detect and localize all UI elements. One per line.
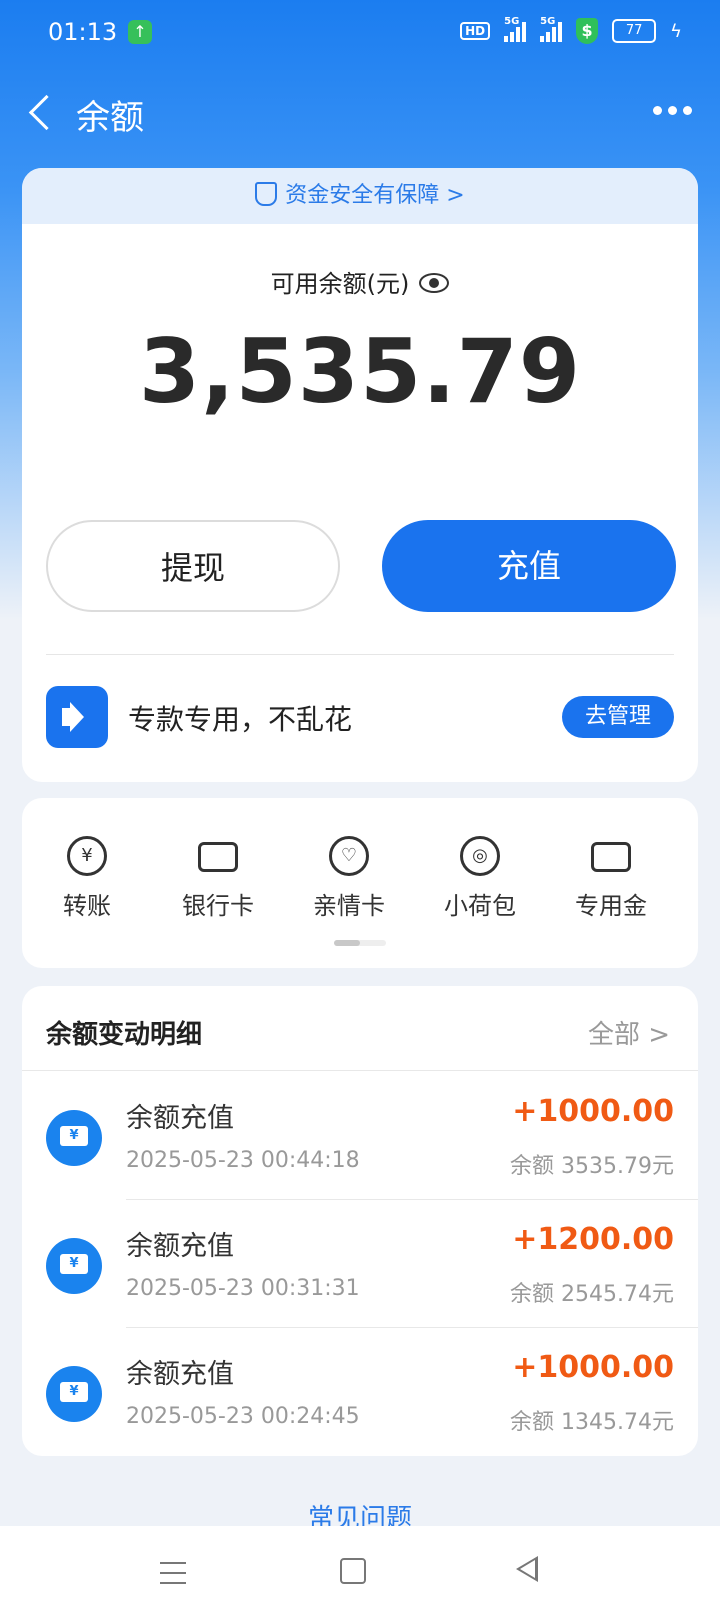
page-title: 余额: [76, 98, 144, 138]
divider: [46, 654, 674, 655]
app-header: 余额: [0, 80, 720, 144]
yuan-transfer-icon: ¥: [67, 836, 107, 876]
signal-icon-2: 5G: [540, 16, 563, 42]
quick-action-label: 专用金: [575, 892, 647, 920]
quick-actions-card: ¥ 转账 银行卡 ♡ 亲情卡 ◎ 小荷包 专用金: [22, 798, 698, 968]
transaction-row[interactable]: 余额充值 2025-05-23 00:24:45 +1000.00 余额 134…: [22, 1328, 698, 1456]
recharge-icon: [46, 1110, 102, 1166]
back-button[interactable]: [22, 90, 66, 134]
transaction-row[interactable]: 余额充值 2025-05-23 00:44:18 +1000.00 余额 353…: [22, 1072, 698, 1200]
quick-action-bank-card[interactable]: 银行卡: [163, 828, 273, 921]
balance-card: 资金安全有保障 > 可用余额(元) 3,535.79 提现 充值 专款专用，不乱…: [22, 168, 698, 782]
balance-details-card: 余额变动明细 全部 > 余额充值 2025-05-23 00:44:18 +10…: [22, 986, 698, 1456]
signal-icon: 5G: [504, 16, 527, 42]
available-label-text: 可用余额(元): [270, 270, 410, 298]
security-shield-icon: $: [576, 18, 599, 44]
details-title: 余额变动明细: [46, 1020, 203, 1050]
quick-action-family-card[interactable]: ♡ 亲情卡: [294, 828, 404, 921]
available-balance-label: 可用余额(元): [22, 264, 698, 299]
safety-banner-text: 资金安全有保障 >: [285, 183, 465, 208]
wallet-icon: [591, 842, 631, 872]
signal-label-2: 5G: [540, 16, 556, 27]
menu-icon[interactable]: [160, 1562, 186, 1592]
recharge-icon: [46, 1366, 102, 1422]
signal-label: 5G: [504, 16, 520, 27]
battery-icon: 77: [612, 19, 657, 43]
transaction-name: 余额充值: [126, 1231, 234, 1262]
home-icon[interactable]: [340, 1558, 366, 1584]
transaction-amount: +1000.00: [512, 1094, 674, 1129]
transaction-row[interactable]: 余额充值 2025-05-23 00:31:31 +1200.00 余额 254…: [22, 1200, 698, 1328]
purse-icon: ◎: [460, 836, 500, 876]
transaction-name: 余额充值: [126, 1359, 234, 1390]
transaction-time: 2025-05-23 00:31:31: [126, 1276, 360, 1301]
eye-icon[interactable]: [419, 273, 450, 293]
back-triangle-icon[interactable]: [516, 1556, 538, 1582]
speaker-icon: [46, 686, 108, 748]
page-indicator: [334, 940, 386, 946]
more-options-icon[interactable]: [653, 106, 692, 115]
balance-amount: 3,535.79: [138, 320, 582, 423]
transaction-amount: +1000.00: [512, 1350, 674, 1385]
bank-card-icon: [198, 842, 238, 872]
quick-action-label: 银行卡: [182, 892, 254, 920]
recharge-icon: [46, 1238, 102, 1294]
status-time: 01:13: [48, 18, 118, 46]
quick-action-purse[interactable]: ◎ 小荷包: [425, 828, 535, 921]
shield-check-icon: [255, 182, 278, 206]
status-right-group: HD 5G 5G $ 77 ϟ: [460, 16, 682, 44]
transaction-balance: 余额 1345.74元: [510, 1410, 674, 1435]
heart-card-icon: ♡: [329, 836, 369, 876]
transaction-time: 2025-05-23 00:24:45: [126, 1404, 360, 1429]
quick-action-special-fund[interactable]: 专用金: [556, 828, 666, 921]
recharge-button[interactable]: 充值: [382, 520, 676, 612]
manage-button[interactable]: 去管理: [562, 696, 674, 738]
quick-action-label: 小荷包: [444, 892, 516, 920]
app-notification-icon: ↑: [128, 20, 152, 44]
quick-action-label: 亲情卡: [313, 892, 385, 920]
safety-banner[interactable]: 资金安全有保障 >: [22, 168, 698, 224]
transaction-balance: 余额 2545.74元: [510, 1282, 674, 1307]
view-all-link[interactable]: 全部 >: [588, 1014, 670, 1051]
transaction-name: 余额充值: [126, 1103, 234, 1134]
transaction-time: 2025-05-23 00:44:18: [126, 1148, 360, 1173]
quick-action-label: 转账: [63, 892, 111, 920]
quick-action-transfer[interactable]: ¥ 转账: [32, 828, 142, 921]
system-nav-bar: [0, 1526, 720, 1612]
withdraw-button[interactable]: 提现: [46, 520, 340, 612]
charging-icon: ϟ: [670, 20, 682, 42]
divider: [22, 1070, 698, 1071]
status-bar: 01:13 ↑ HD 5G 5G $ 77 ϟ: [0, 0, 720, 64]
transaction-amount: +1200.00: [512, 1222, 674, 1257]
hd-icon: HD: [460, 22, 491, 40]
notice-text: 专款专用，不乱花: [128, 703, 353, 736]
transaction-balance: 余额 3535.79元: [510, 1154, 674, 1179]
